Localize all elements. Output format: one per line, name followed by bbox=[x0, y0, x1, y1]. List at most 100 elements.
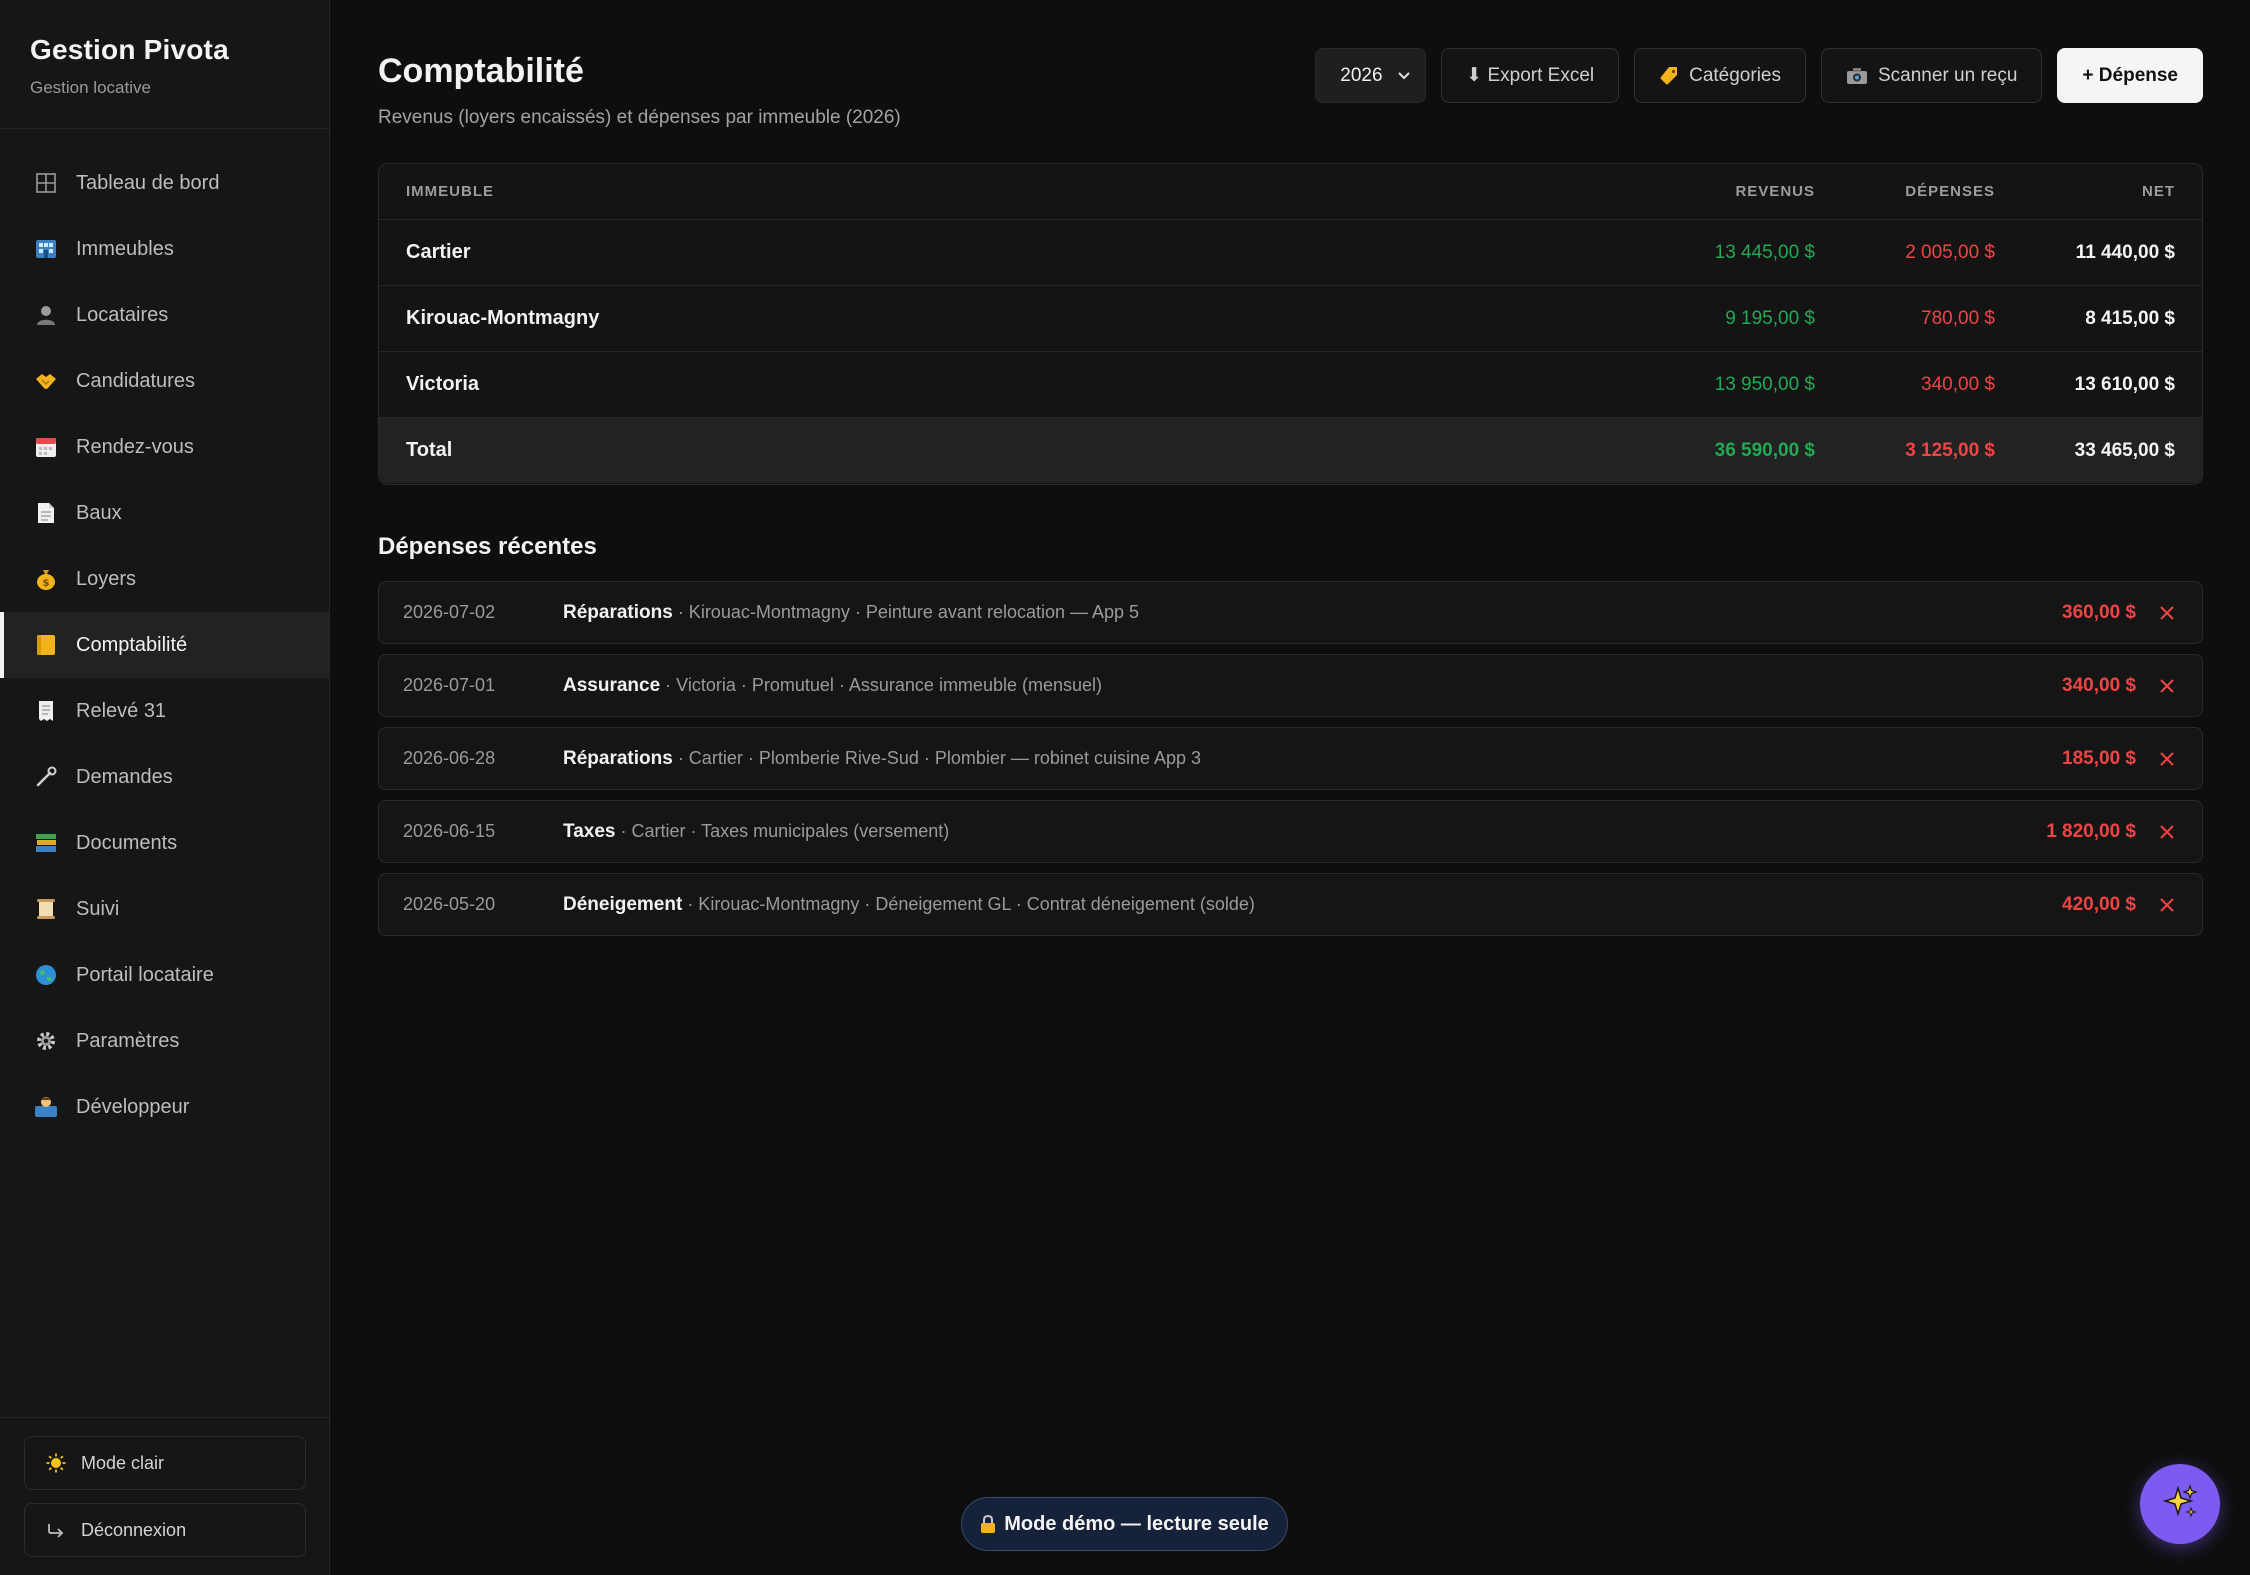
revenue-value: 9 195,00 $ bbox=[1725, 307, 1815, 329]
chevron-down-icon bbox=[1397, 65, 1411, 87]
expense-date: 2026-06-28 bbox=[403, 748, 496, 768]
close-icon bbox=[2160, 824, 2174, 839]
sidebar-item-baux[interactable]: Baux bbox=[0, 480, 329, 546]
logout-label: Déconnexion bbox=[81, 1519, 187, 1540]
delete-expense-button[interactable] bbox=[2156, 821, 2178, 843]
expenses-value: 780,00 $ bbox=[1921, 307, 1995, 329]
sidebar-item-demandes[interactable]: Demandes bbox=[0, 744, 329, 810]
list-item: 2026-07-01 Assurance · Victoria · Promut… bbox=[378, 654, 2203, 717]
total-revenue: 36 590,00 $ bbox=[1714, 439, 1815, 461]
expense-description: Déneigement · Kirouac-Montmagny · Déneig… bbox=[563, 894, 2062, 916]
sidebar-item-candidatures[interactable]: Candidatures bbox=[0, 348, 329, 414]
net-value: 8 415,00 $ bbox=[2085, 307, 2175, 329]
expense-details: · Cartier · Plomberie Rive-Sud · Plombie… bbox=[672, 747, 1202, 768]
lock-icon bbox=[980, 1514, 996, 1534]
categories-button[interactable]: Catégories bbox=[1634, 48, 1806, 103]
table-total-row: Total 36 590,00 $ 3 125,00 $ 33 465,00 $ bbox=[379, 417, 2202, 483]
ai-assistant-button[interactable] bbox=[2140, 1464, 2220, 1544]
expense-details: · Kirouac-Montmagny · Déneigement GL · C… bbox=[682, 893, 1255, 914]
scan-receipt-button[interactable]: Scanner un reçu bbox=[1821, 48, 2043, 103]
sidebar-item-label: Comptabilité bbox=[76, 633, 188, 656]
globe-icon bbox=[34, 963, 58, 987]
list-item: 2026-06-28 Réparations · Cartier · Plomb… bbox=[378, 727, 2203, 790]
sidebar-item-rendez-vous[interactable]: Rendez-vous bbox=[0, 414, 329, 480]
building-icon bbox=[34, 237, 58, 261]
sidebar-item-parametres[interactable]: Paramètres bbox=[0, 1008, 329, 1074]
expense-category: Taxes bbox=[563, 820, 616, 842]
delete-expense-button[interactable] bbox=[2156, 748, 2178, 770]
recent-expenses-list: 2026-07-02 Réparations · Kirouac-Montmag… bbox=[378, 581, 2203, 946]
sidebar-item-locataires[interactable]: Locataires bbox=[0, 282, 329, 348]
person-icon bbox=[34, 303, 58, 327]
scan-receipt-label: Scanner un reçu bbox=[1878, 64, 2018, 86]
developer-icon bbox=[34, 1095, 58, 1119]
export-excel-button[interactable]: ⬇ Export Excel bbox=[1441, 48, 1620, 103]
brand-subtitle: Gestion locative bbox=[30, 78, 151, 97]
building-name: Victoria bbox=[406, 373, 479, 395]
sidebar-item-documents[interactable]: Documents bbox=[0, 810, 329, 876]
expense-category: Assurance bbox=[563, 674, 661, 696]
expense-category: Réparations bbox=[563, 601, 673, 623]
sidebar-item-label: Tableau de bord bbox=[76, 171, 220, 194]
sidebar-item-label: Candidatures bbox=[76, 369, 195, 392]
expenses-value: 340,00 $ bbox=[1921, 373, 1995, 395]
list-item: 2026-05-20 Déneigement · Kirouac-Montmag… bbox=[378, 873, 2203, 936]
sidebar-item-label: Paramètres bbox=[76, 1029, 180, 1052]
expense-description: Taxes · Cartier · Taxes municipales (ver… bbox=[563, 821, 2046, 843]
recent-expenses-title: Dépenses récentes bbox=[378, 533, 597, 560]
list-item: 2026-07-02 Réparations · Kirouac-Montmag… bbox=[378, 581, 2203, 644]
year-select[interactable]: 2026 bbox=[1315, 48, 1427, 103]
revenue-value: 13 950,00 $ bbox=[1714, 373, 1815, 395]
table-header: IMMEUBLE REVENUS DÉPENSES NET bbox=[379, 164, 2202, 219]
sidebar-bottom: Mode clair Déconnexion bbox=[0, 1417, 330, 1575]
expense-amount: 185,00 $ bbox=[2062, 747, 2136, 769]
expense-amount: 360,00 $ bbox=[2062, 601, 2136, 623]
sidebar-item-label: Immeubles bbox=[76, 237, 174, 260]
brand: Gestion Pivota Gestion locative bbox=[0, 0, 329, 129]
expense-description: Réparations · Cartier · Plomberie Rive-S… bbox=[563, 748, 2062, 770]
close-icon bbox=[2160, 751, 2174, 766]
sidebar-item-comptabilite[interactable]: Comptabilité bbox=[0, 612, 329, 678]
column-header-revenue: REVENUS bbox=[1735, 183, 1815, 200]
sidebar-item-loyers[interactable]: $ Loyers bbox=[0, 546, 329, 612]
add-expense-button[interactable]: + Dépense bbox=[2057, 48, 2203, 103]
sidebar-item-label: Loyers bbox=[76, 567, 137, 590]
building-name: Kirouac-Montmagny bbox=[406, 307, 600, 329]
sidebar-item-releve-31[interactable]: Relevé 31 bbox=[0, 678, 329, 744]
delete-expense-button[interactable] bbox=[2156, 894, 2178, 916]
toolbar: 2026 ⬇ Export Excel Catégories Scanner u… bbox=[1315, 48, 2203, 103]
summary-table: IMMEUBLE REVENUS DÉPENSES NET Cartier 13… bbox=[378, 163, 2203, 485]
sidebar-item-label: Documents bbox=[76, 831, 178, 854]
export-excel-label: ⬇ Export Excel bbox=[1466, 65, 1595, 86]
books-icon bbox=[34, 831, 58, 855]
expenses-value: 2 005,00 $ bbox=[1905, 241, 1995, 263]
scroll-icon bbox=[34, 897, 58, 921]
list-item: 2026-06-15 Taxes · Cartier · Taxes munic… bbox=[378, 800, 2203, 863]
sidebar-item-developpeur[interactable]: Développeur bbox=[0, 1074, 329, 1140]
light-mode-button[interactable]: Mode clair bbox=[24, 1436, 306, 1490]
sidebar-item-immeubles[interactable]: Immeubles bbox=[0, 216, 329, 282]
logout-button[interactable]: Déconnexion bbox=[24, 1503, 306, 1557]
close-icon bbox=[2160, 605, 2174, 620]
expense-details: · Victoria · Promutuel · Assurance immeu… bbox=[660, 674, 1102, 695]
sidebar-item-tableau-de-bord[interactable]: Tableau de bord bbox=[0, 150, 329, 216]
light-mode-label: Mode clair bbox=[81, 1452, 165, 1473]
total-expenses: 3 125,00 $ bbox=[1905, 439, 1995, 461]
close-icon bbox=[2160, 897, 2174, 912]
expense-category: Réparations bbox=[563, 747, 673, 769]
ledger-icon bbox=[34, 633, 58, 657]
expense-amount: 340,00 $ bbox=[2062, 674, 2136, 696]
net-value: 13 610,00 $ bbox=[2074, 373, 2175, 395]
total-net: 33 465,00 $ bbox=[2074, 439, 2175, 461]
delete-expense-button[interactable] bbox=[2156, 602, 2178, 624]
sidebar-item-label: Développeur bbox=[76, 1095, 190, 1118]
sparkles-icon bbox=[2160, 1482, 2200, 1527]
expense-date: 2026-07-02 bbox=[403, 602, 496, 622]
sidebar-item-suivi[interactable]: Suivi bbox=[0, 876, 329, 942]
expense-description: Assurance · Victoria · Promutuel · Assur… bbox=[563, 675, 2062, 697]
sun-icon bbox=[45, 1453, 67, 1473]
sidebar-item-portail-locataire[interactable]: Portail locataire bbox=[0, 942, 329, 1008]
delete-expense-button[interactable] bbox=[2156, 675, 2178, 697]
receipt-icon bbox=[34, 699, 58, 723]
sidebar-item-label: Relevé 31 bbox=[76, 699, 167, 722]
